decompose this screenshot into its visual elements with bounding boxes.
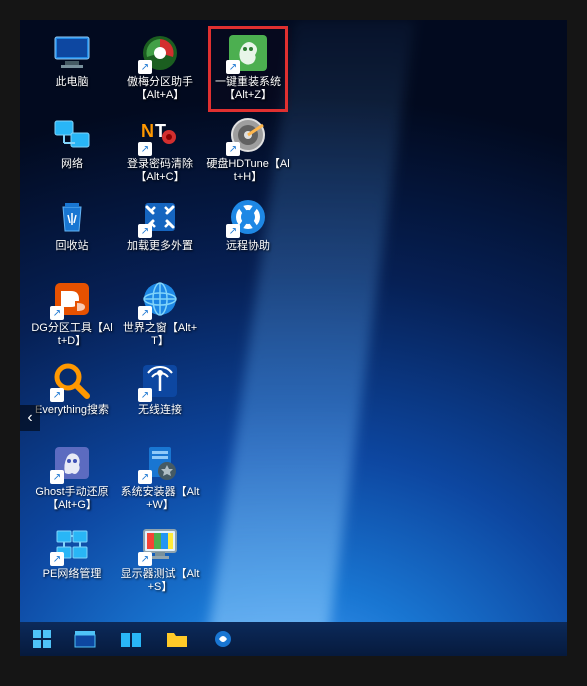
icon-label: 硬盘HDTune【Alt+H】 bbox=[206, 158, 290, 184]
icon-label: 登录密码清除【Alt+C】 bbox=[118, 158, 202, 184]
icon-label: 傲梅分区助手【Alt+A】 bbox=[118, 76, 202, 102]
world-window-icon[interactable]: ↗ 世界之窗【Alt+T】 bbox=[116, 274, 204, 356]
taskbar bbox=[20, 622, 567, 656]
everything-search-icon[interactable]: ↗ Everything搜索 bbox=[28, 356, 116, 438]
svg-text:N: N bbox=[141, 121, 154, 141]
shortcut-arrow-icon: ↗ bbox=[50, 306, 64, 320]
start-button[interactable] bbox=[22, 624, 62, 654]
back-chevron-button[interactable]: ‹ bbox=[20, 405, 40, 431]
icon-label: 世界之窗【Alt+T】 bbox=[118, 322, 202, 348]
taskbar-folder-icon[interactable] bbox=[155, 624, 199, 654]
icon-label: Ghost手动还原【Alt+G】 bbox=[30, 486, 114, 512]
icon-label: 加载更多外置 bbox=[127, 240, 193, 253]
shortcut-arrow-icon: ↗ bbox=[138, 552, 152, 566]
network-icon[interactable]: 网络 bbox=[28, 110, 116, 192]
icon-label: Everything搜索 bbox=[35, 404, 109, 417]
icon-label: 系统安装器【Alt+W】 bbox=[118, 486, 202, 512]
reinstall-system-icon[interactable]: ↗ 一键重装系统【Alt+Z】 bbox=[204, 28, 292, 110]
taskbar-app-1[interactable] bbox=[63, 624, 107, 654]
shortcut-arrow-icon: ↗ bbox=[138, 470, 152, 484]
icon-label: 此电脑 bbox=[56, 76, 89, 89]
remote-assist-icon[interactable]: ↗ 远程协助 bbox=[204, 192, 292, 274]
taskbar-app-3[interactable] bbox=[201, 624, 245, 654]
desktop-icon-grid: 此电脑 ↗ 傲梅分区助手【Alt+A】 bbox=[28, 28, 292, 602]
password-clear-icon[interactable]: N T ↗ 登录密码清除【Alt+C】 bbox=[116, 110, 204, 192]
icon-label: DG分区工具【Alt+D】 bbox=[30, 322, 114, 348]
dg-partition-icon[interactable]: ↗ DG分区工具【Alt+D】 bbox=[28, 274, 116, 356]
taskbar-app-2[interactable] bbox=[109, 624, 153, 654]
icon-label: PE网络管理 bbox=[43, 568, 102, 581]
shortcut-arrow-icon: ↗ bbox=[50, 388, 64, 402]
desktop-background[interactable]: 此电脑 ↗ 傲梅分区助手【Alt+A】 bbox=[20, 20, 567, 656]
icon-label: 网络 bbox=[61, 158, 83, 171]
this-pc-icon[interactable]: 此电脑 bbox=[28, 28, 116, 110]
hdtune-icon[interactable]: ↗ 硬盘HDTune【Alt+H】 bbox=[204, 110, 292, 192]
icon-label: 显示器测试【Alt+S】 bbox=[118, 568, 202, 594]
system-installer-icon[interactable]: ↗ 系统安装器【Alt+W】 bbox=[116, 438, 204, 520]
shortcut-arrow-icon: ↗ bbox=[138, 142, 152, 156]
load-more-external-icon[interactable]: ↗ 加载更多外置 bbox=[116, 192, 204, 274]
icon-label: 无线连接 bbox=[138, 404, 182, 417]
shortcut-arrow-icon: ↗ bbox=[50, 552, 64, 566]
aomei-partition-icon[interactable]: ↗ 傲梅分区助手【Alt+A】 bbox=[116, 28, 204, 110]
shortcut-arrow-icon: ↗ bbox=[138, 388, 152, 402]
shortcut-arrow-icon: ↗ bbox=[226, 224, 240, 238]
shortcut-arrow-icon: ↗ bbox=[138, 60, 152, 74]
shortcut-arrow-icon: ↗ bbox=[226, 142, 240, 156]
ghost-restore-icon[interactable]: ↗ Ghost手动还原【Alt+G】 bbox=[28, 438, 116, 520]
shortcut-arrow-icon: ↗ bbox=[138, 306, 152, 320]
pe-network-manager-icon[interactable]: ↗ PE网络管理 bbox=[28, 520, 116, 602]
icon-label: 一键重装系统【Alt+Z】 bbox=[206, 76, 290, 102]
shortcut-arrow-icon: ↗ bbox=[226, 60, 240, 74]
wifi-connect-icon[interactable]: ↗ 无线连接 bbox=[116, 356, 204, 438]
shortcut-arrow-icon: ↗ bbox=[138, 224, 152, 238]
shortcut-arrow-icon: ↗ bbox=[50, 470, 64, 484]
icon-label: 远程协助 bbox=[226, 240, 270, 253]
monitor-test-icon[interactable]: ↗ 显示器测试【Alt+S】 bbox=[116, 520, 204, 602]
icon-label: 回收站 bbox=[56, 240, 89, 253]
recycle-bin-icon[interactable]: 回收站 bbox=[28, 192, 116, 274]
